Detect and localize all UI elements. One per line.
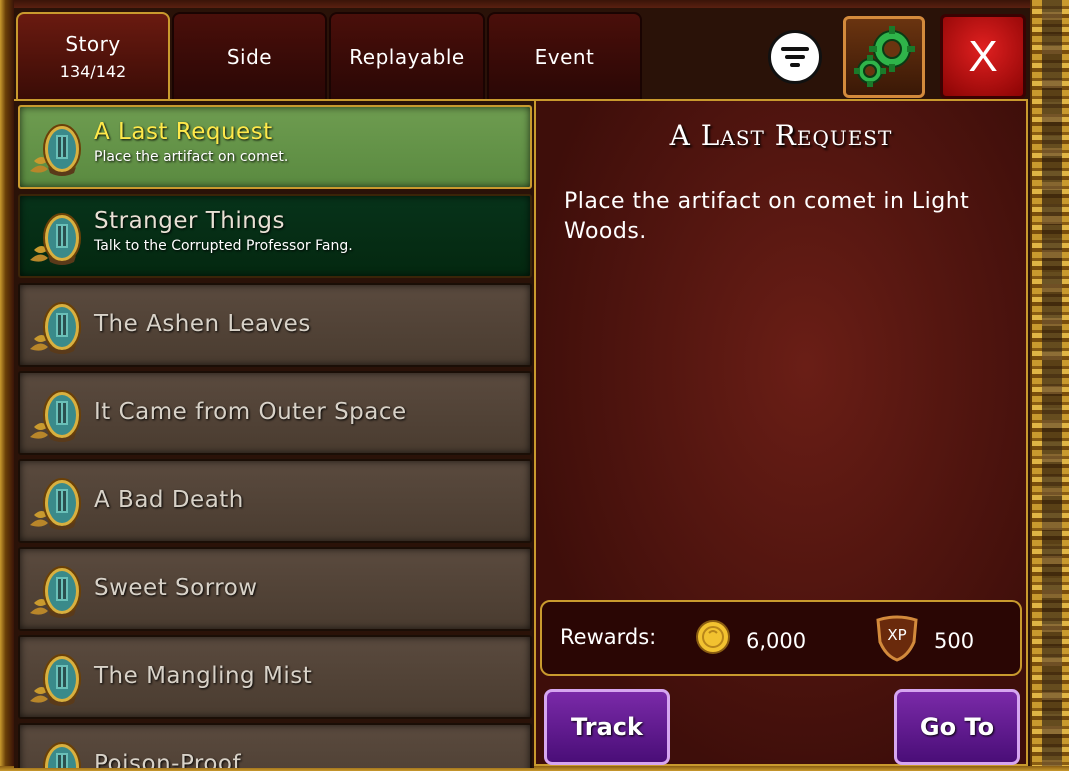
- quest-title: Poison-Proof: [94, 751, 242, 768]
- frame-left: [0, 0, 14, 771]
- tab-replayable[interactable]: Replayable: [329, 12, 485, 99]
- rewards-box: Rewards: 6,000 XP 500: [540, 600, 1022, 676]
- close-icon: X: [968, 31, 998, 81]
- quest-item-poison-proof[interactable]: Poison-Proof: [18, 723, 532, 768]
- quest-description: Place the artifact on comet.: [94, 149, 289, 165]
- quest-scroll-icon: [30, 302, 81, 354]
- tab-event[interactable]: Event: [487, 12, 642, 99]
- close-button[interactable]: X: [940, 14, 1026, 99]
- settings-button[interactable]: [843, 16, 925, 98]
- detail-description: Place the artifact on comet in Light Woo…: [564, 189, 970, 244]
- track-button-label: Track: [571, 713, 643, 741]
- quest-item-a-last-request[interactable]: A Last Request Place the artifact on com…: [18, 105, 532, 189]
- quest-item-a-bad-death[interactable]: A Bad Death: [18, 459, 532, 543]
- quest-list[interactable]: A Last Request Place the artifact on com…: [14, 99, 534, 768]
- quest-item-it-came-from-outer-space[interactable]: It Came from Outer Space: [18, 371, 532, 455]
- quest-item-the-mangling-mist[interactable]: The Mangling Mist: [18, 635, 532, 719]
- quest-scroll-icon: [43, 742, 81, 768]
- tab-story[interactable]: Story 134/142: [16, 12, 170, 99]
- quest-title: A Bad Death: [94, 487, 244, 513]
- go-to-button-label: Go To: [919, 713, 995, 741]
- quest-title: Sweet Sorrow: [94, 575, 258, 601]
- frame-top: [0, 0, 1069, 8]
- reward-xp-value: 500: [934, 629, 975, 653]
- quest-title: It Came from Outer Space: [94, 399, 407, 425]
- quest-title: Stranger Things: [94, 208, 285, 234]
- quest-title: The Mangling Mist: [94, 663, 313, 689]
- xp-badge-label: XP: [887, 626, 906, 644]
- quest-detail-panel: A Last Request Place the artifact on com…: [534, 99, 1028, 766]
- quest-item-stranger-things[interactable]: Stranger Things Talk to the Corrupted Pr…: [18, 194, 532, 278]
- quest-scroll-icon: [30, 390, 81, 442]
- tab-side[interactable]: Side: [172, 12, 327, 99]
- tab-label: Event: [534, 44, 595, 69]
- rewards-label: Rewards:: [560, 625, 657, 649]
- quest-scroll-icon: [30, 654, 81, 706]
- xp-shield-icon: XP: [876, 615, 918, 662]
- reward-gold-value: 6,000: [746, 629, 807, 653]
- quest-scroll-icon: [30, 478, 81, 530]
- quest-title: The Ashen Leaves: [94, 311, 311, 337]
- quest-description: Talk to the Corrupted Professor Fang.: [94, 238, 353, 254]
- gold-coin-icon: [696, 620, 730, 654]
- quest-scroll-icon: [30, 124, 81, 176]
- detail-title: A Last Request: [669, 119, 893, 152]
- quest-item-sweet-sorrow[interactable]: Sweet Sorrow: [18, 547, 532, 631]
- track-button[interactable]: Track: [544, 689, 670, 765]
- filter-icon: [781, 47, 809, 67]
- quest-item-the-ashen-leaves[interactable]: The Ashen Leaves: [18, 283, 532, 367]
- quest-scroll-icon: [30, 213, 81, 265]
- tab-label: Side: [226, 44, 273, 69]
- tab-label: Replayable: [349, 44, 465, 69]
- filter-button[interactable]: [768, 30, 822, 84]
- tab-count: 134/142: [59, 62, 127, 81]
- quest-scroll-icon: [30, 566, 81, 618]
- tab-label: Story: [65, 32, 121, 56]
- gears-icon: [854, 26, 915, 87]
- quest-title: A Last Request: [94, 119, 273, 145]
- go-to-button[interactable]: Go To: [894, 689, 1020, 765]
- frame-right-ornament: [1030, 0, 1069, 771]
